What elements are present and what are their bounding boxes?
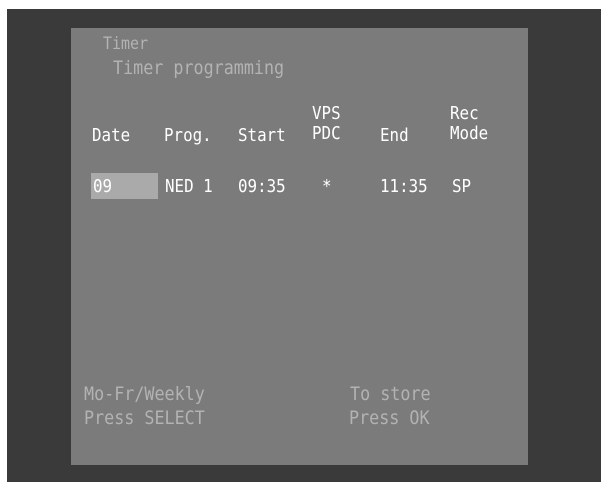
column-header-start: Start: [238, 125, 286, 146]
hint-weekly: Mo-Fr/Weekly: [84, 383, 205, 405]
column-header-mode: Mode: [450, 123, 489, 144]
menu-title: Timer: [103, 34, 149, 54]
page-title: Timer programming: [113, 57, 285, 79]
column-header-pdc: PDC: [312, 123, 341, 144]
hint-press-select: Press SELECT: [84, 407, 205, 429]
date-field[interactable]: 09: [93, 177, 112, 197]
column-header-vps: VPS: [312, 103, 341, 124]
vps-pdc-field[interactable]: *: [322, 177, 332, 197]
column-header-end: End: [380, 125, 409, 146]
programme-field[interactable]: NED 1: [165, 177, 213, 197]
hint-press-ok: Press OK: [349, 407, 430, 429]
column-header-rec: Rec: [450, 103, 479, 124]
column-header-prog: Prog.: [164, 125, 212, 146]
column-header-date: Date: [92, 125, 131, 146]
end-time-field[interactable]: 11:35: [380, 177, 428, 197]
hint-to-store: To store: [350, 383, 431, 405]
rec-mode-field[interactable]: SP: [452, 177, 471, 197]
start-time-field[interactable]: 09:35: [238, 177, 286, 197]
